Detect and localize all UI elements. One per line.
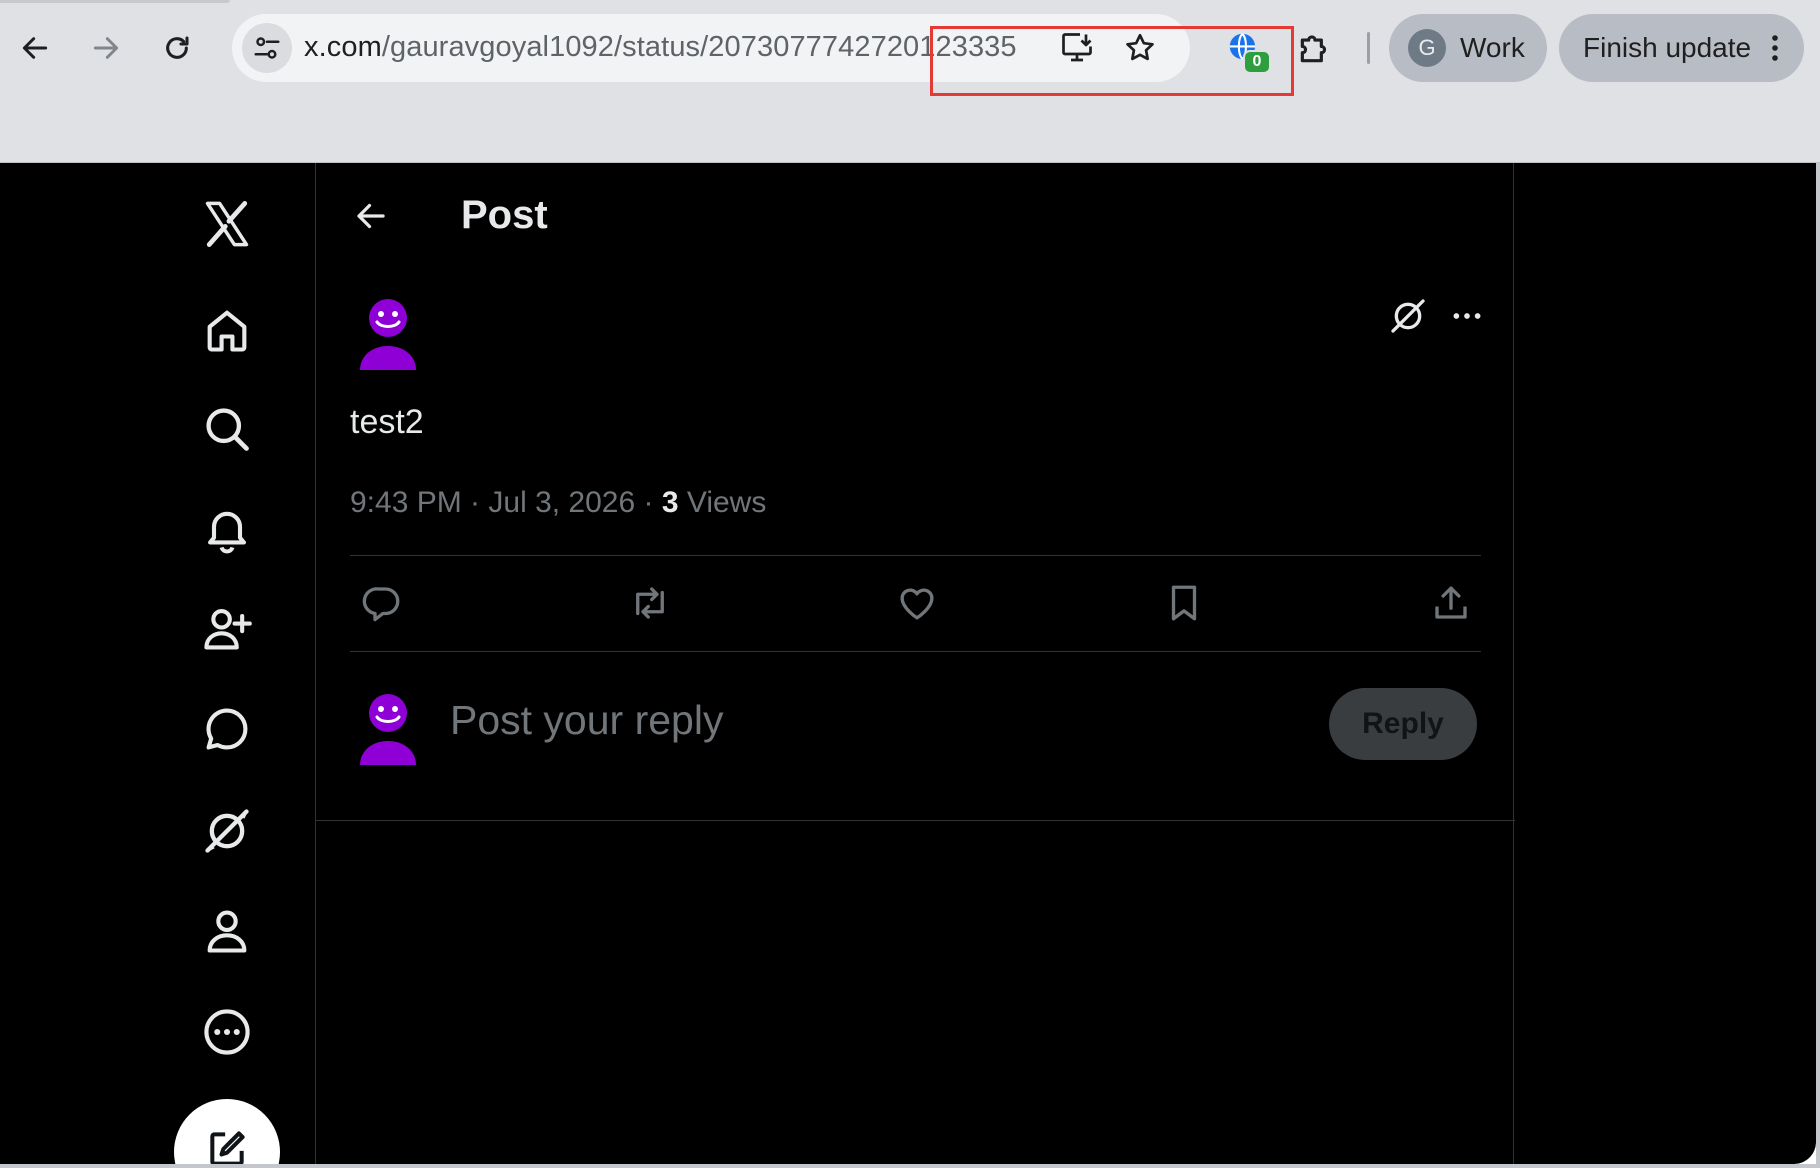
nav-explore[interactable] bbox=[192, 394, 262, 464]
arrow-left-icon bbox=[357, 203, 385, 229]
finish-update-button[interactable]: Finish update bbox=[1559, 14, 1804, 82]
post-timestamp[interactable]: 9:43 PM · Jul 3, 2026 · bbox=[350, 486, 662, 519]
views-count: 3 bbox=[661, 486, 679, 519]
back-button[interactable] bbox=[9, 22, 61, 74]
toolbar-separator bbox=[1367, 32, 1370, 64]
search-icon bbox=[206, 408, 249, 451]
profile-button[interactable]: G Work bbox=[1389, 14, 1547, 82]
nav-more[interactable] bbox=[192, 997, 262, 1067]
forward-button[interactable] bbox=[80, 22, 132, 74]
like-button[interactable] bbox=[889, 575, 945, 631]
window-edge bbox=[0, 1164, 1820, 1168]
nav-notifications[interactable] bbox=[192, 494, 262, 564]
profile-icon bbox=[207, 910, 247, 953]
reply-icon bbox=[362, 587, 400, 622]
repost-button[interactable] bbox=[622, 575, 678, 631]
url-host: x.com bbox=[304, 31, 382, 63]
arrow-right-icon bbox=[93, 37, 119, 59]
reload-button[interactable] bbox=[151, 22, 203, 74]
share-icon bbox=[1435, 586, 1467, 619]
more-circle-icon bbox=[204, 1009, 250, 1055]
browser-toolbar: x.com/gauravgoyal1092/status/20730777427… bbox=[0, 0, 1820, 96]
back-arrow-button[interactable] bbox=[348, 193, 394, 239]
x-page: Post test2 9:43 PM · Jul 3, 2026 · 3 Vie… bbox=[0, 163, 1816, 1164]
profile-label: Work bbox=[1460, 32, 1525, 63]
post-meta: 9:43 PM · Jul 3, 2026 · 3 Views bbox=[350, 486, 766, 520]
star-icon bbox=[1126, 33, 1154, 61]
x-logo-link[interactable] bbox=[192, 189, 262, 259]
nav-grok[interactable] bbox=[192, 796, 262, 866]
extensions-menu-button[interactable] bbox=[1293, 26, 1337, 70]
grok-explain-button[interactable] bbox=[1385, 293, 1431, 339]
avatar[interactable] bbox=[356, 298, 422, 372]
chat-bubble-icon bbox=[206, 708, 248, 750]
repost-icon bbox=[636, 587, 664, 619]
home-icon bbox=[207, 310, 247, 352]
profile-avatar: G bbox=[1408, 29, 1446, 67]
x-logo-icon bbox=[205, 201, 249, 247]
thread-divider bbox=[316, 820, 1515, 821]
compose-icon bbox=[210, 1131, 245, 1164]
reply-avatar[interactable] bbox=[356, 693, 422, 767]
browser-chrome: x.com/gauravgoyal1092/status/20730777427… bbox=[0, 0, 1820, 163]
bell-icon bbox=[208, 511, 246, 554]
nav-home[interactable] bbox=[192, 295, 262, 365]
views-label: Views bbox=[678, 486, 767, 519]
post-more-button[interactable] bbox=[1444, 293, 1490, 339]
primary-column: Post test2 9:43 PM · Jul 3, 2026 · 3 Vie… bbox=[315, 163, 1515, 1164]
divider bbox=[350, 555, 1481, 556]
grok-icon bbox=[205, 809, 249, 853]
more-horizontal-icon bbox=[1453, 313, 1481, 319]
install-desktop-icon bbox=[1062, 33, 1092, 62]
url-path: /gauravgoyal1092/statu bbox=[381, 31, 686, 63]
site-info-button[interactable] bbox=[242, 23, 292, 73]
kebab-menu-icon bbox=[1772, 35, 1778, 61]
grok-icon bbox=[1391, 299, 1425, 333]
nav-messages[interactable] bbox=[192, 694, 262, 764]
reply-input[interactable] bbox=[450, 697, 1210, 744]
tune-icon bbox=[254, 37, 280, 59]
bookmark-star-button[interactable] bbox=[1122, 30, 1158, 66]
bookmark-button[interactable] bbox=[1156, 575, 1212, 631]
puzzle-icon bbox=[1300, 35, 1327, 63]
address-bar[interactable]: x.com/gauravgoyal1092/status/20730777427… bbox=[232, 14, 1294, 96]
share-button[interactable] bbox=[1423, 575, 1479, 631]
person-add-icon bbox=[204, 608, 252, 650]
finish-update-label: Finish update bbox=[1583, 32, 1752, 63]
arrow-left-icon bbox=[22, 37, 48, 59]
nav-profile[interactable] bbox=[192, 896, 262, 966]
reload-icon bbox=[166, 36, 189, 59]
nav-follow[interactable] bbox=[192, 594, 262, 664]
compose-post-button[interactable] bbox=[174, 1099, 280, 1164]
bookmark-icon bbox=[1171, 585, 1197, 621]
extension-badge: 0 bbox=[1243, 50, 1271, 74]
page-title: Post bbox=[461, 193, 548, 237]
reply-button[interactable]: Reply bbox=[1329, 688, 1477, 760]
url-text[interactable]: x.com/gauravgoyal1092/status/20730777427… bbox=[304, 31, 1017, 64]
post-text: test2 bbox=[350, 403, 424, 441]
like-icon bbox=[900, 588, 934, 620]
divider bbox=[350, 651, 1481, 652]
reply-action-button[interactable] bbox=[354, 575, 410, 631]
window-edge bbox=[1816, 163, 1820, 1168]
install-app-button[interactable] bbox=[1059, 30, 1095, 66]
reply-button-label: Reply bbox=[1362, 707, 1444, 740]
